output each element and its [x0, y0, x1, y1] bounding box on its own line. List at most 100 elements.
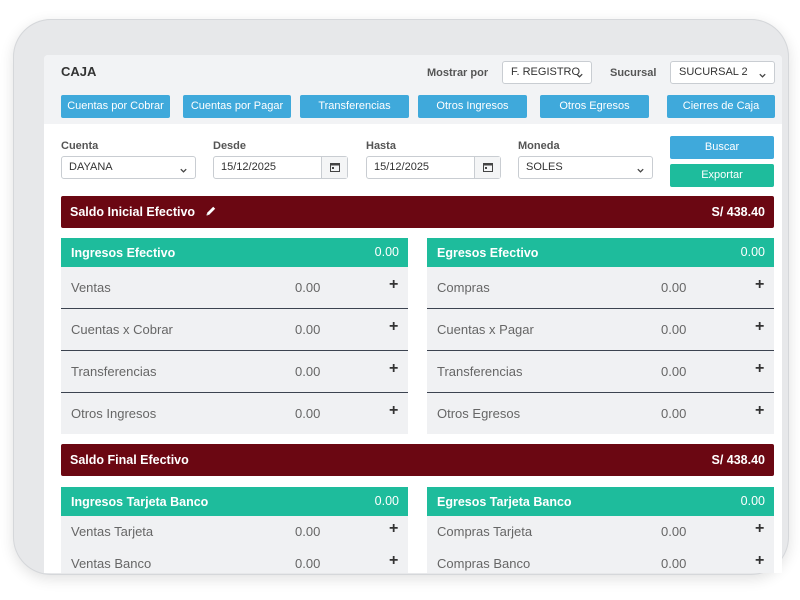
ingresos-banco-card: Ingresos Tarjeta Banco 0.00 Ventas Tarje… — [61, 487, 408, 573]
page-title: CAJA — [61, 64, 97, 79]
list-item: Compras Tarjeta 0.00 + — [427, 514, 774, 546]
ingresos-efectivo-title: Ingresos Efectivo — [71, 246, 176, 260]
row-value: 0.00 — [295, 280, 321, 295]
desde-value: 15/12/2025 — [221, 161, 277, 173]
cuenta-select[interactable]: DAYANA — [61, 156, 196, 179]
row-label: Ventas — [71, 280, 111, 295]
row-value: 0.00 — [661, 280, 687, 295]
sucursal-value: SUCURSAL 2 — [679, 66, 748, 78]
exportar-button[interactable]: Exportar — [670, 164, 774, 187]
egresos-efectivo-title: Egresos Efectivo — [437, 246, 539, 260]
row-value: 0.00 — [661, 322, 687, 337]
row-value: 0.00 — [661, 556, 687, 571]
desde-date-input[interactable]: 15/12/2025 — [213, 156, 348, 179]
main-panel: Cuenta DAYANA Desde 15/12/2025 Hasta 15/… — [44, 124, 782, 573]
ingresos-efectivo-card: Ingresos Efectivo 0.00 Ventas 0.00 + Cue… — [61, 238, 408, 434]
app-screen: CAJA Mostrar por F. REGISTRO Sucursal SU… — [44, 55, 782, 573]
cuenta-label: Cuenta — [61, 140, 99, 152]
saldo-inicial-label: Saldo Inicial Efectivo — [70, 205, 196, 219]
row-label: Ventas Banco — [71, 556, 152, 571]
calendar-icon[interactable] — [474, 157, 500, 178]
row-value: 0.00 — [661, 524, 687, 539]
list-item: Cuentas x Pagar 0.00 + — [427, 309, 774, 351]
ingresos-banco-title: Ingresos Tarjeta Banco — [71, 495, 209, 509]
list-item: Ventas Tarjeta 0.00 + — [61, 514, 408, 546]
list-item: Otros Egresos 0.00 + — [427, 393, 774, 435]
hasta-date-input[interactable]: 15/12/2025 — [366, 156, 501, 179]
list-item: Compras 0.00 + — [427, 267, 774, 309]
tablet-frame: CAJA Mostrar por F. REGISTRO Sucursal SU… — [13, 19, 789, 575]
plus-icon[interactable]: + — [755, 276, 764, 294]
nav-cierres-caja-button[interactable]: Cierres de Caja — [667, 95, 775, 118]
chevron-down-icon — [179, 162, 188, 183]
row-label: Transferencias — [437, 364, 523, 379]
plus-icon[interactable]: + — [389, 276, 398, 294]
plus-icon[interactable]: + — [755, 318, 764, 336]
saldo-final-bar: Saldo Final Efectivo S/ 438.40 — [61, 444, 774, 476]
plus-icon[interactable]: + — [755, 552, 764, 570]
row-label: Compras Tarjeta — [437, 524, 533, 539]
saldo-final-value: S/ 438.40 — [711, 453, 765, 467]
nav-otros-ingresos-button[interactable]: Otros Ingresos — [418, 95, 527, 118]
mostrar-label: Mostrar por — [427, 67, 489, 79]
plus-icon[interactable]: + — [389, 402, 398, 420]
row-label: Cuentas x Pagar — [437, 322, 534, 337]
row-label: Compras — [437, 280, 490, 295]
saldo-inicial-title: Saldo Inicial Efectivo — [70, 205, 217, 220]
chevron-down-icon — [758, 67, 767, 88]
chevron-down-icon — [575, 67, 584, 88]
pencil-icon[interactable] — [205, 205, 217, 220]
buscar-button[interactable]: Buscar — [670, 136, 774, 159]
plus-icon[interactable]: + — [755, 360, 764, 378]
plus-icon[interactable]: + — [389, 552, 398, 570]
hasta-label: Hasta — [366, 140, 396, 152]
ingresos-banco-total: 0.00 — [374, 494, 399, 508]
moneda-label: Moneda — [518, 140, 560, 152]
egresos-banco-header: Egresos Tarjeta Banco 0.00 — [427, 487, 774, 516]
plus-icon[interactable]: + — [389, 360, 398, 378]
mostrar-select[interactable]: F. REGISTRO — [502, 61, 592, 84]
moneda-select[interactable]: SOLES — [518, 156, 653, 179]
row-value: 0.00 — [295, 364, 321, 379]
list-item: Cuentas x Cobrar 0.00 + — [61, 309, 408, 351]
desde-label: Desde — [213, 140, 247, 152]
saldo-inicial-bar: Saldo Inicial Efectivo S/ 438.40 — [61, 196, 774, 228]
row-value: 0.00 — [661, 406, 687, 421]
calendar-icon[interactable] — [321, 157, 347, 178]
nav-cuentas-cobrar-button[interactable]: Cuentas por Cobrar — [61, 95, 170, 118]
nav-otros-egresos-button[interactable]: Otros Egresos — [540, 95, 649, 118]
egresos-efectivo-total: 0.00 — [740, 245, 765, 259]
row-value: 0.00 — [295, 322, 321, 337]
plus-icon[interactable]: + — [389, 318, 398, 336]
row-value: 0.00 — [295, 524, 321, 539]
list-item: Ventas 0.00 + — [61, 267, 408, 309]
egresos-banco-title: Egresos Tarjeta Banco — [437, 495, 572, 509]
hasta-value: 15/12/2025 — [374, 161, 430, 173]
row-label: Cuentas x Cobrar — [71, 322, 173, 337]
row-label: Otros Ingresos — [71, 406, 157, 421]
header: CAJA Mostrar por F. REGISTRO Sucursal SU… — [44, 55, 782, 124]
plus-icon[interactable]: + — [755, 520, 764, 538]
ingresos-banco-header: Ingresos Tarjeta Banco 0.00 — [61, 487, 408, 516]
list-item: Transferencias 0.00 + — [61, 351, 408, 393]
row-label: Compras Banco — [437, 556, 531, 571]
egresos-efectivo-header: Egresos Efectivo 0.00 — [427, 238, 774, 267]
moneda-value: SOLES — [526, 161, 563, 173]
row-value: 0.00 — [295, 556, 321, 571]
row-value: 0.00 — [295, 406, 321, 421]
list-item: Otros Ingresos 0.00 + — [61, 393, 408, 435]
saldo-inicial-value: S/ 438.40 — [711, 205, 765, 219]
sucursal-select[interactable]: SUCURSAL 2 — [670, 61, 775, 84]
nav-cuentas-pagar-button[interactable]: Cuentas por Pagar — [183, 95, 291, 118]
plus-icon[interactable]: + — [389, 520, 398, 538]
row-label: Otros Egresos — [437, 406, 521, 421]
nav-transferencias-button[interactable]: Transferencias — [300, 95, 409, 118]
saldo-final-label: Saldo Final Efectivo — [70, 453, 189, 467]
egresos-banco-card: Egresos Tarjeta Banco 0.00 Compras Tarje… — [427, 487, 774, 573]
plus-icon[interactable]: + — [755, 402, 764, 420]
mostrar-value: F. REGISTRO — [511, 66, 581, 78]
row-label: Ventas Tarjeta — [71, 524, 154, 539]
sucursal-label: Sucursal — [610, 67, 657, 79]
list-item: Transferencias 0.00 + — [427, 351, 774, 393]
row-value: 0.00 — [661, 364, 687, 379]
